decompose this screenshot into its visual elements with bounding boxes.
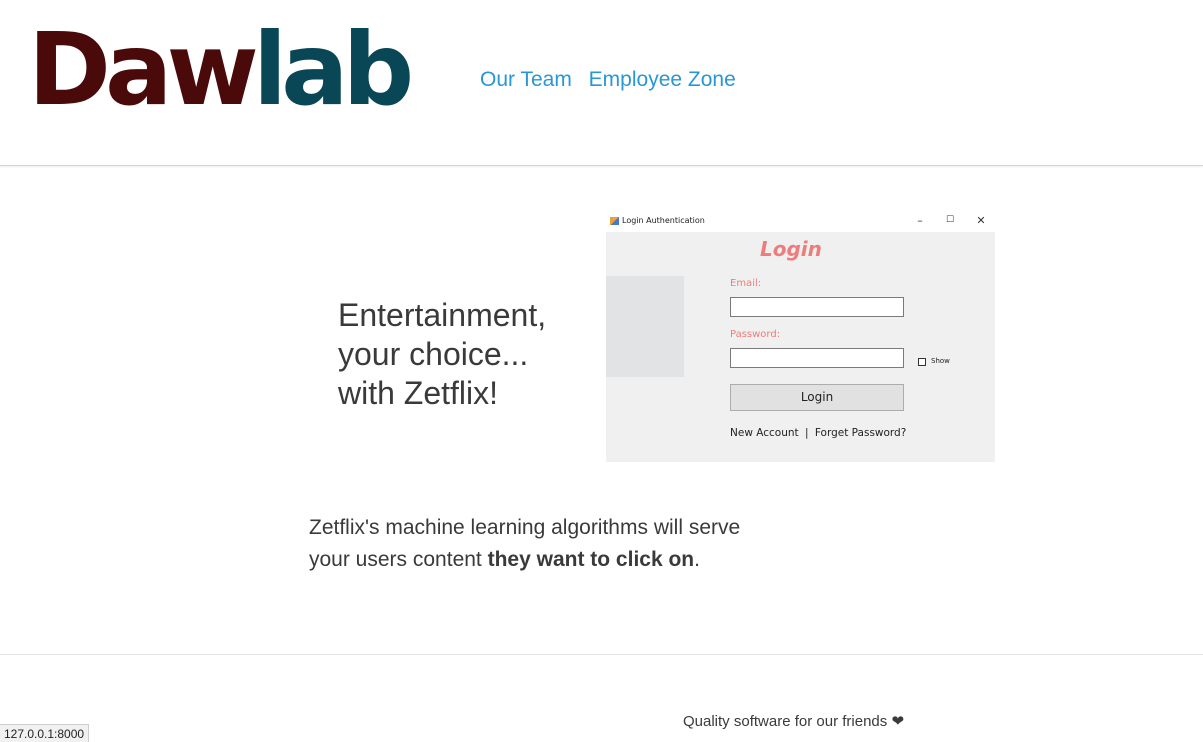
- product-description: Zetflix's machine learning algorithms wi…: [309, 512, 740, 576]
- page: Dawlab Our Team Employee Zone Entertainm…: [0, 0, 1203, 742]
- hero-tagline: Entertainment, your choice... with Zetfl…: [338, 296, 546, 413]
- footer-tagline: Quality software for our friends ❤: [683, 712, 904, 730]
- app-icon: [610, 217, 619, 225]
- password-field: [730, 348, 904, 368]
- show-password-checkbox: [918, 358, 926, 366]
- login-button: Login: [730, 384, 904, 411]
- heart-icon: ❤: [891, 713, 905, 730]
- email-field: [730, 297, 904, 317]
- tagline-line-2: your choice...: [338, 336, 529, 372]
- description-line-2-start: your users content: [309, 548, 488, 571]
- description-line-2: your users content they want to click on…: [309, 544, 740, 576]
- login-image-placeholder: [606, 276, 684, 377]
- password-label: Password:: [730, 329, 781, 340]
- login-window-body: Login Email: Password: Show Login New Ac…: [606, 232, 995, 462]
- description-emphasis: they want to click on: [487, 548, 695, 571]
- login-heading: Login: [760, 237, 822, 261]
- login-window-screenshot: Login Authentication – ☐ ✕ Login Email: …: [606, 212, 995, 462]
- logo-text-daw: Daw: [28, 11, 259, 128]
- maximize-icon: ☐: [945, 215, 955, 225]
- footer-text: Quality software for our friends: [683, 713, 888, 730]
- email-label: Email:: [730, 278, 762, 289]
- logo-text-lab: lab: [252, 11, 414, 128]
- new-account-link: New Account: [730, 427, 799, 439]
- description-line-1: Zetflix's machine learning algorithms wi…: [309, 516, 741, 539]
- close-icon: ✕: [976, 214, 986, 227]
- browser-status-bar: 127.0.0.1:8000: [0, 724, 90, 742]
- minimize-icon: –: [917, 214, 923, 227]
- nav-link-employee-zone[interactable]: Employee Zone: [589, 68, 736, 91]
- footer-divider: [0, 654, 1203, 655]
- login-window-title: Login Authentication: [622, 216, 705, 225]
- link-separator: |: [804, 427, 809, 439]
- login-window-titlebar: Login Authentication – ☐ ✕: [606, 212, 995, 232]
- dawlab-logo[interactable]: Dawlab: [28, 20, 414, 130]
- nav-link-our-team[interactable]: Our Team: [480, 68, 572, 91]
- description-line-2-end: .: [694, 548, 700, 571]
- site-header: Dawlab Our Team Employee Zone: [0, 0, 1203, 166]
- main-nav: Our Team Employee Zone: [480, 68, 747, 92]
- login-links: New Account | Forget Password?: [730, 427, 906, 439]
- tagline-line-1: Entertainment,: [338, 297, 547, 333]
- show-password-label: Show: [931, 357, 950, 365]
- forget-password-link: Forget Password?: [814, 427, 907, 439]
- tagline-line-3: with Zetflix!: [338, 375, 499, 411]
